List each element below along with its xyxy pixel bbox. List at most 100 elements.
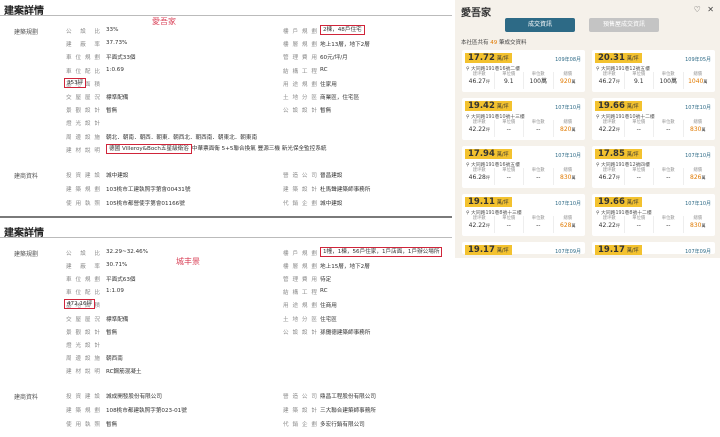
section2-group-plan: 建築規劃 xyxy=(14,251,39,258)
stat-unit_price: 單位價 -- xyxy=(625,216,654,233)
stat-total: 總價 1040萬 xyxy=(688,72,708,85)
deal-date: 107年10月 xyxy=(685,153,711,159)
transaction-card[interactable]: 19.66 萬/坪 107年10月 ⚲ 大同路191巷8號十二樓 建坪數 42.22坪 單位… xyxy=(592,194,715,236)
stat-area: 建坪數 46.27坪 xyxy=(465,72,495,89)
transaction-card[interactable]: 17.72 萬/坪 109年08月 ⚲ 大同路191巷16號二樓 建坪數 46.27坪 單位… xyxy=(462,50,585,92)
deal-date: 107年10月 xyxy=(555,201,581,207)
price-badge: 17.94 萬/坪 xyxy=(465,149,512,159)
stat-unit_price: 單位價 -- xyxy=(495,216,524,233)
section2-label: 用途規劃 xyxy=(283,303,317,310)
stat-area: 建坪數 46.27坪 xyxy=(595,72,625,89)
transaction-card[interactable]: 20.31 萬/坪 109年05月 ⚲ 大同路191巷12號五樓 建坪數 46.27坪 單位… xyxy=(592,50,715,92)
stat-parking: 車位數 -- xyxy=(654,120,684,137)
price-badge: 19.11 萬/坪 xyxy=(465,197,512,207)
section1-group-plan: 建築規劃 xyxy=(14,29,39,36)
stat-parking: 車位數 -- xyxy=(654,168,684,185)
stat-area: 建坪數 42.22坪 xyxy=(465,216,495,233)
deal-stats: 建坪數 46.27坪 單位價 -- 車位數 -- 總價 826萬 xyxy=(595,168,712,185)
address: ⚲ 大同路191巷16號二樓 xyxy=(466,67,520,72)
section2-label: 公設設計 xyxy=(283,329,317,336)
section1-value: 暫無 xyxy=(320,108,332,115)
section2-value: RC鋼筋混凝土 xyxy=(106,368,142,375)
stat-unit_price: 單位價 -- xyxy=(625,168,654,185)
stat-area: 建坪數 46.27坪 xyxy=(595,168,625,185)
section2-label: 使用執照 xyxy=(66,422,100,428)
section1-label: 建蔽率 xyxy=(66,42,100,49)
section2-label: 公設比 xyxy=(66,251,100,257)
heart-icon[interactable]: ♡ xyxy=(694,5,701,14)
section1-value: 城中建設 xyxy=(106,173,129,179)
price-badge: 19.17 萬/坪 xyxy=(595,245,642,255)
section2-value: 孫攤德建築師事務所 xyxy=(320,329,371,336)
section2-value: 標準配備 xyxy=(106,316,129,323)
section2-value: 平面式63個 xyxy=(106,277,136,284)
stat-area: 建坪數 42.22坪 xyxy=(595,216,625,233)
stat-parking: 車位數 -- xyxy=(524,120,554,137)
address: ⚲ 大同路191巷10號十二樓 xyxy=(596,115,655,120)
section2-value: 暫無 xyxy=(106,422,118,428)
section1-label: 投資建設 xyxy=(66,173,100,179)
price-badge: 19.17 萬/坪 xyxy=(465,245,512,255)
transaction-card[interactable]: 17.85 萬/坪 107年10月 ⚲ 大同路191巷12號四樓 建坪數 46.27坪 單位… xyxy=(592,146,715,188)
transaction-card[interactable]: 19.17 萬/坪 107年09月 xyxy=(462,242,585,255)
deal-date: 107年10月 xyxy=(685,201,711,207)
price-badge: 17.72 萬/坪 xyxy=(465,53,512,63)
stat-parking: 車位數 100萬 xyxy=(524,72,554,89)
section1-label: 結構工程 xyxy=(283,68,317,75)
deal-date: 109年05月 xyxy=(685,57,711,63)
transaction-card[interactable]: 19.66 萬/坪 107年10月 ⚲ 大同路191巷10號十二樓 建坪數 42.22坪單… xyxy=(592,98,715,140)
section1-value: 朝北．朝南．朝西．朝東．朝西北．朝西南．朝東北．朝東南 xyxy=(106,134,258,141)
section2-value: RC xyxy=(320,288,328,295)
deal-date: 107年10月 xyxy=(685,105,711,111)
section1-label: 管理費用 xyxy=(283,55,317,62)
section1-label: 周邊設施 xyxy=(66,134,100,141)
section2-label: 代銷企劃 xyxy=(283,422,317,428)
section1-value: 37.73% xyxy=(106,40,128,47)
deal-stats: 建坪數 46.28坪 單位價 -- 車位數 -- 總價 830萬 xyxy=(465,168,582,185)
section2-label: 投資建設 xyxy=(66,394,100,400)
deal-stats: 建坪數 42.22坪 單位價 -- 車位數 -- 總價 628萬 xyxy=(465,216,582,233)
close-icon[interactable]: ✕ xyxy=(707,5,714,14)
stat-parking: 車位數 -- xyxy=(524,168,554,185)
transaction-card[interactable]: 17.94 萬/坪 107年10月 ⚲ 大同路191巷16號五樓 建坪數 46.28坪 單位… xyxy=(462,146,585,188)
section1-value: 1:0.69 xyxy=(106,66,124,73)
section2-value: 472.16坪 xyxy=(64,299,96,310)
sidebar-actions: ♡ ✕ xyxy=(694,5,714,14)
deal-date: 109年08月 xyxy=(555,57,581,63)
section2-label: 車位配比 xyxy=(66,290,100,297)
stat-total: 總價 830萬 xyxy=(560,168,576,181)
section2-value: 城成開發股份有限公司 xyxy=(106,394,162,400)
deal-date: 107年10月 xyxy=(555,153,581,159)
deal-stats: 建坪數 42.22坪 單位價 -- 車位數 -- 總價 830萬 xyxy=(595,216,712,233)
section2-group-info: 建商資料 xyxy=(14,394,39,401)
transaction-card[interactable]: 19.42 萬/坪 107年10月 ⚲ 大同路191巷10號十三樓 建坪數 42.22坪單… xyxy=(462,98,585,140)
address: ⚲ 大同路191巷16號五樓 xyxy=(466,163,520,168)
section1-label: 代銷企劃 xyxy=(283,201,317,207)
section2-label: 建築規劃 xyxy=(66,408,100,414)
section1-value: 標準配備 xyxy=(106,95,129,101)
section1-value: 353坪 xyxy=(64,77,87,88)
stat-unit_price: 單位價 -- xyxy=(495,168,524,185)
section1-label: 交屋屋況 xyxy=(66,95,100,101)
stat-parking: 車位數 -- xyxy=(524,216,554,233)
section2-value: 32.29~32.46% xyxy=(106,249,149,255)
tab-presale-transactions[interactable]: 預售屋成交資訊 xyxy=(589,18,659,32)
section-separator xyxy=(0,216,452,218)
transaction-card[interactable]: 19.11 萬/坪 107年10月 ⚲ 大同路191巷8號十三樓 建坪數 42.22坪 單位… xyxy=(462,194,585,236)
address: ⚲ 大同路191巷10號十三樓 xyxy=(466,115,525,120)
deal-stats: 建坪數 42.22坪 單位價 -- 車位數 -- 總價 820萬 xyxy=(465,120,582,137)
section1-label: 建材說明 xyxy=(66,147,100,154)
record-count: 本社區共有 49 筆成交資料 xyxy=(461,40,527,46)
section1-label: 車位規劃 xyxy=(66,55,100,62)
tab-transactions[interactable]: 成交資訊 xyxy=(505,18,575,32)
price-badge: 20.31 萬/坪 xyxy=(595,53,642,63)
stat-parking: 車位數 100萬 xyxy=(654,72,684,89)
section1-label: 建築規劃 xyxy=(66,187,100,193)
price-badge: 17.85 萬/坪 xyxy=(595,149,642,159)
section1-value: 暫無 xyxy=(106,108,118,115)
stat-total: 總價 826萬 xyxy=(690,168,706,181)
price-badge: 19.42 萬/坪 xyxy=(465,101,512,111)
stat-total: 總價 628萬 xyxy=(560,216,576,229)
stat-unit_price: 單位價 -- xyxy=(495,120,524,137)
transaction-card[interactable]: 19.17 萬/坪 107年09月 xyxy=(592,242,715,255)
